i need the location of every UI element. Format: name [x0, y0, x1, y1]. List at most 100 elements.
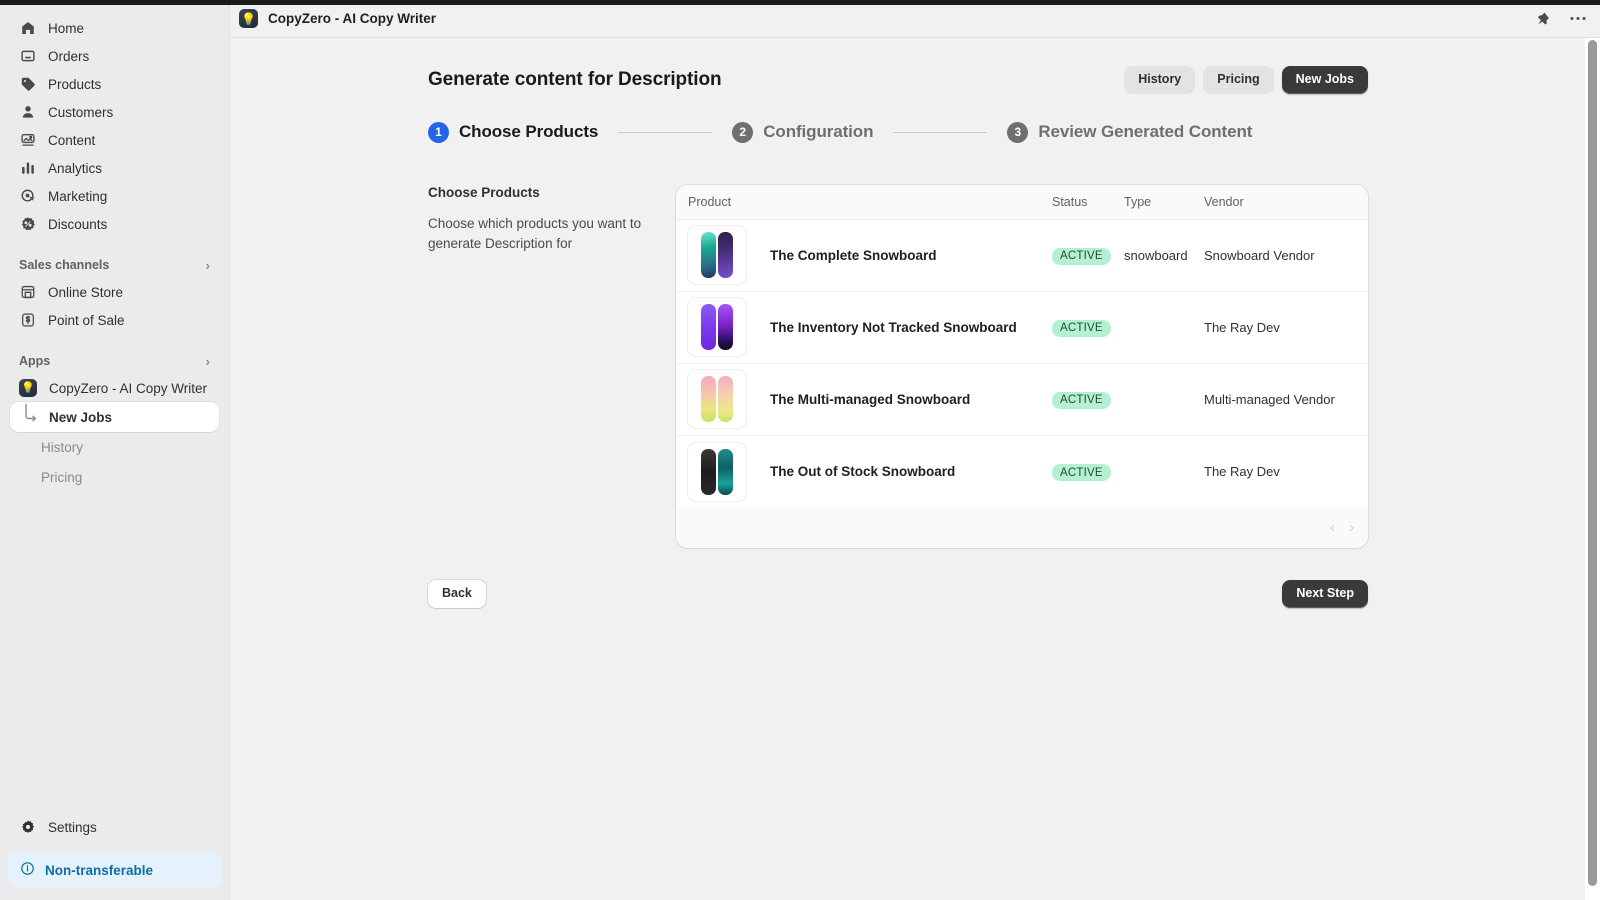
page-scrollbar[interactable] — [1588, 40, 1597, 886]
history-button[interactable]: History — [1124, 66, 1195, 94]
non-transferable-banner[interactable]: Non-transferable — [8, 852, 222, 888]
window-top-strip — [0, 0, 1600, 5]
step-label: Configuration — [763, 122, 873, 142]
product-vendor: The Ray Dev — [1204, 320, 1356, 335]
product-thumbnail — [688, 370, 746, 428]
products-icon — [19, 76, 36, 93]
wizard-actions: Back Next Step — [428, 580, 1368, 608]
product-vendor: The Ray Dev — [1204, 464, 1356, 479]
sidebar-section-sales-channels[interactable]: Sales channels › — [10, 252, 219, 278]
discounts-icon — [19, 216, 36, 233]
sidebar-item-orders[interactable]: Orders — [10, 42, 219, 70]
wizard-stepper: 1 Choose Products 2 Configuration 3 Revi… — [428, 122, 1368, 143]
step-2-configuration[interactable]: 2 Configuration — [732, 122, 873, 143]
next-step-button[interactable]: Next Step — [1282, 580, 1368, 608]
new-jobs-button[interactable]: New Jobs — [1282, 66, 1368, 94]
back-button[interactable]: Back — [428, 580, 486, 608]
snowboard-graphic — [701, 376, 716, 422]
sidebar-item-new-jobs[interactable]: New Jobs — [10, 402, 219, 432]
section-description: Choose which products you want to genera… — [428, 214, 646, 254]
sidebar-item-history[interactable]: History — [10, 432, 219, 462]
sidebar-item-label: CopyZero - AI Copy Writer — [49, 381, 207, 396]
lightbulb-icon: 💡 — [19, 379, 37, 397]
analytics-icon — [19, 160, 36, 177]
info-icon — [20, 861, 35, 879]
status-badge: ACTIVE — [1052, 392, 1111, 409]
ellipsis-icon[interactable] — [1570, 16, 1586, 21]
step-3-review-generated-content[interactable]: 3 Review Generated Content — [1007, 122, 1252, 143]
sidebar-item-label: Products — [48, 77, 101, 92]
sidebar-item-label: Discounts — [48, 217, 107, 232]
sidebar-item-products[interactable]: Products — [10, 70, 219, 98]
table-row[interactable]: The Out of Stock Snowboard ACTIVE The Ra… — [676, 436, 1368, 508]
snowboard-graphic — [718, 376, 733, 422]
snowboard-graphic — [718, 449, 733, 495]
page-canvas: Generate content for Description History… — [230, 38, 1600, 900]
step-number: 2 — [732, 122, 753, 143]
product-thumbnail — [688, 226, 746, 284]
sidebar-item-label: Customers — [48, 105, 113, 120]
sidebar: Home Orders Products Customers Content A… — [0, 0, 230, 900]
status-badge: ACTIVE — [1052, 464, 1111, 481]
products-card: Product Status Type Vendor The Complete … — [676, 185, 1368, 548]
main-area: 💡 CopyZero - AI Copy Writer Generate con… — [230, 0, 1600, 900]
step-label: Review Generated Content — [1038, 122, 1252, 142]
sidebar-item-home[interactable]: Home — [10, 14, 219, 42]
product-vendor: Snowboard Vendor — [1204, 248, 1356, 263]
page-action-buttons: History Pricing New Jobs — [1124, 66, 1368, 94]
product-name: The Inventory Not Tracked Snowboard — [770, 320, 1017, 335]
status-badge: ACTIVE — [1052, 248, 1111, 265]
column-header-product: Product — [688, 195, 1052, 209]
sidebar-section-apps[interactable]: Apps › — [10, 348, 219, 374]
sidebar-item-online-store[interactable]: Online Store — [10, 278, 219, 306]
chevron-right-icon[interactable]: › — [1349, 520, 1354, 535]
section-heading: Choose Products — [428, 185, 646, 200]
sidebar-item-customers[interactable]: Customers — [10, 98, 219, 126]
sidebar-item-copyzero-app[interactable]: 💡 CopyZero - AI Copy Writer — [10, 374, 219, 402]
step-1-choose-products[interactable]: 1 Choose Products — [428, 122, 598, 143]
product-vendor: Multi-managed Vendor — [1204, 392, 1356, 407]
table-header-row: Product Status Type Vendor — [676, 185, 1368, 220]
pos-icon — [19, 312, 36, 329]
chevron-right-icon[interactable]: › — [206, 355, 210, 368]
home-icon — [19, 20, 36, 37]
sidebar-item-analytics[interactable]: Analytics — [10, 154, 219, 182]
sidebar-item-label: Marketing — [48, 189, 107, 204]
gear-icon — [19, 819, 36, 836]
sidebar-item-label: History — [41, 440, 83, 455]
table-row[interactable]: The Multi-managed Snowboard ACTIVE Multi… — [676, 364, 1368, 436]
sidebar-item-label: Point of Sale — [48, 313, 125, 328]
table-row[interactable]: The Complete Snowboard ACTIVE snowboard … — [676, 220, 1368, 292]
banner-label: Non-transferable — [45, 863, 153, 878]
product-type: snowboard — [1124, 248, 1204, 263]
table-pagination: ‹ › — [676, 508, 1368, 548]
column-header-status: Status — [1052, 195, 1124, 209]
content-columns: Choose Products Choose which products yo… — [428, 185, 1368, 548]
section-title: Sales channels — [19, 258, 109, 272]
table-row[interactable]: The Inventory Not Tracked Snowboard ACTI… — [676, 292, 1368, 364]
sidebar-item-marketing[interactable]: Marketing — [10, 182, 219, 210]
sidebar-bottom: Settings Non-transferable — [0, 812, 230, 900]
store-icon — [19, 284, 36, 301]
step-label: Choose Products — [459, 122, 598, 142]
sidebar-item-label: Content — [48, 133, 95, 148]
lightbulb-icon: 💡 — [239, 9, 258, 28]
step-number: 1 — [428, 122, 449, 143]
sidebar-item-label: Pricing — [41, 470, 82, 485]
pin-icon[interactable] — [1535, 11, 1550, 26]
step-number: 3 — [1007, 122, 1028, 143]
chevron-right-icon[interactable]: › — [206, 259, 210, 272]
sidebar-item-discounts[interactable]: Discounts — [10, 210, 219, 238]
pricing-button[interactable]: Pricing — [1203, 66, 1273, 94]
product-name: The Complete Snowboard — [770, 248, 937, 263]
chevron-left-icon[interactable]: ‹ — [1330, 520, 1335, 535]
sidebar-item-label: Home — [48, 21, 84, 36]
sidebar-item-point-of-sale[interactable]: Point of Sale — [10, 306, 219, 334]
sidebar-item-label: Orders — [48, 49, 89, 64]
step-connector — [618, 132, 712, 133]
sidebar-item-pricing[interactable]: Pricing — [10, 462, 219, 492]
product-name: The Out of Stock Snowboard — [770, 464, 955, 479]
sidebar-item-settings[interactable]: Settings — [10, 812, 220, 842]
sidebar-item-content[interactable]: Content — [10, 126, 219, 154]
app-header-bar: 💡 CopyZero - AI Copy Writer — [230, 0, 1600, 38]
